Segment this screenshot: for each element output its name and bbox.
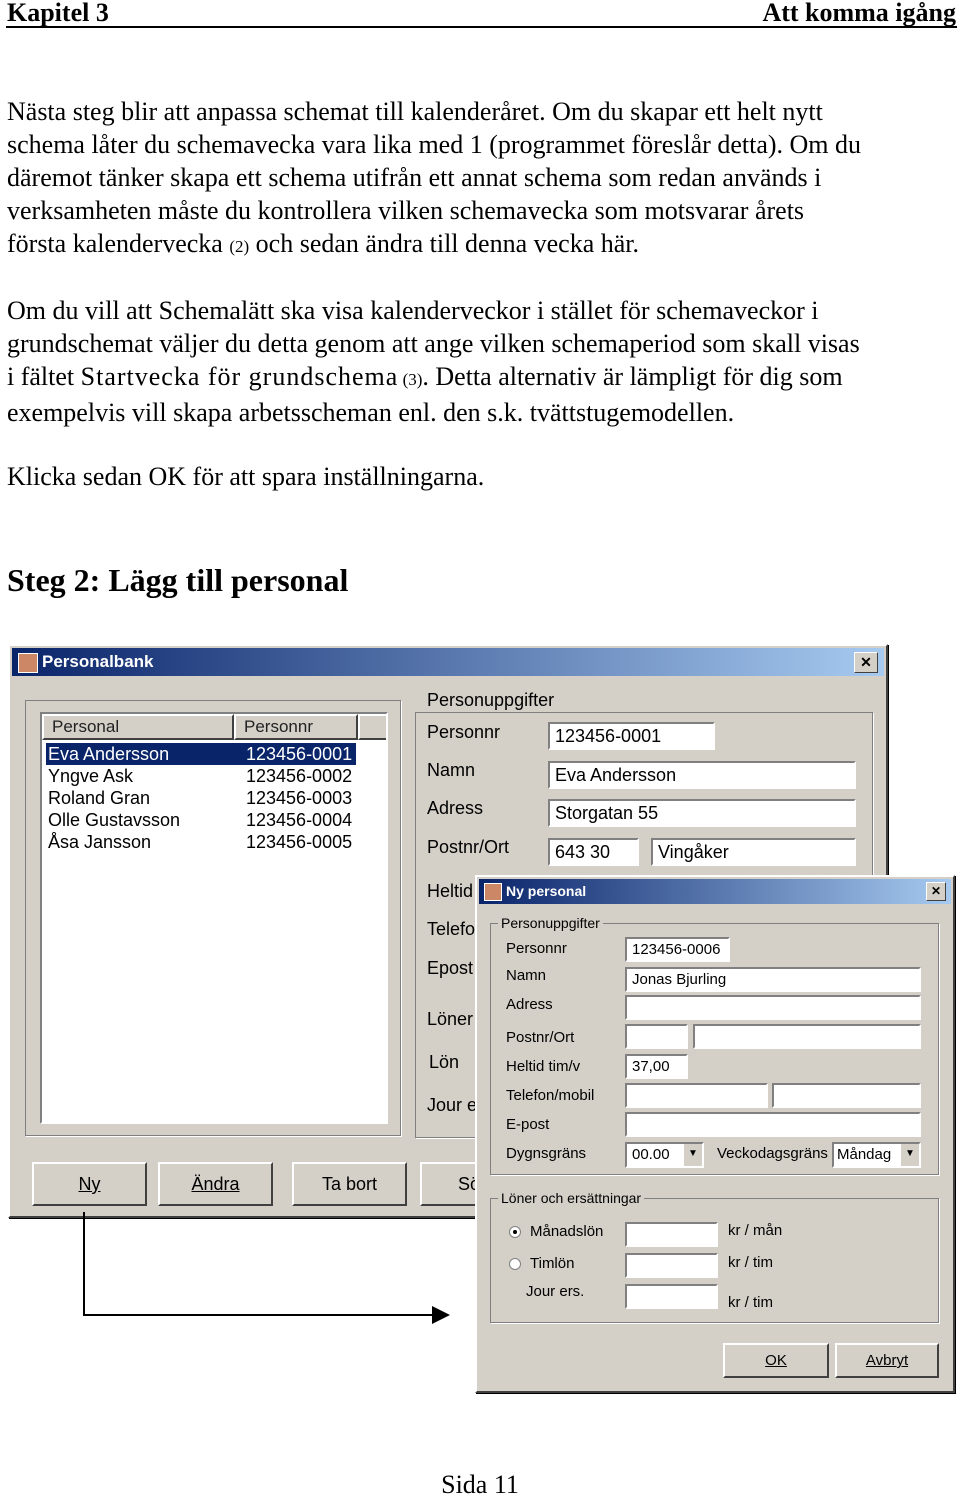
unit-label: kr / tim [728,1254,773,1271]
group-label: Löner och ersättningar [498,1190,645,1206]
button-label: OK [765,1352,787,1369]
close-button[interactable]: ✕ [926,882,946,901]
jour-field[interactable] [625,1284,718,1309]
adress-field[interactable] [625,995,921,1020]
ort-field[interactable] [693,1024,921,1049]
label-adress: Adress [506,996,553,1013]
label-epost: E-post [506,1116,550,1133]
label-telefon: Telefon/mobil [506,1087,595,1104]
label-postnr: Postnr/Ort [506,1029,575,1046]
radio-timlon[interactable] [509,1258,521,1270]
chevron-down-icon[interactable]: ▼ [682,1144,702,1166]
label-dygnsgrans: Dygnsgräns [506,1145,587,1162]
avbryt-button[interactable]: Avbryt [835,1343,939,1378]
chevron-down-icon[interactable]: ▼ [899,1144,919,1166]
personnr-field[interactable]: 123456-0006 [625,937,730,962]
page-number: Sida 11 [441,1470,519,1498]
heltid-field[interactable]: 37,00 [625,1054,688,1079]
unit-label: kr / mån [728,1222,783,1239]
manadslon-field[interactable] [625,1222,718,1247]
label-timlon: Timlön [530,1255,575,1272]
namn-field[interactable]: Jonas Bjurling [625,967,921,992]
group-label: Personuppgifter [498,915,603,931]
radio-manadslon[interactable] [509,1226,521,1238]
ny-personal-window: Ny personal ✕ Personuppgifter Personnr N… [475,875,955,1393]
mobil-field[interactable] [772,1083,921,1108]
select-value: 00.00 [632,1146,670,1163]
app-icon [484,883,502,901]
document-page: Kapitel 3 Att komma igång Nästa steg bli… [0,0,960,1498]
epost-field[interactable] [625,1112,921,1137]
arrow-line [83,1212,432,1316]
telefon-field[interactable] [625,1083,768,1108]
dygnsgrans-select[interactable]: 00.00 ▼ [625,1142,704,1168]
arrow-head-icon [432,1306,450,1324]
timlon-field[interactable] [625,1253,718,1278]
unit-label: kr / tim [728,1294,773,1311]
label-namn: Namn [506,967,547,984]
select-value: Måndag [837,1146,892,1163]
label-heltid: Heltid tim/v [506,1058,581,1075]
veckodagsgrans-select[interactable]: Måndag ▼ [832,1142,921,1168]
title-bar[interactable]: Ny personal ✕ [479,879,951,904]
ok-button[interactable]: OK [723,1343,829,1378]
window-title: Ny personal [506,883,587,899]
label-personnr: Personnr [506,940,567,957]
button-label: Avbryt [865,1352,909,1369]
label-veckodagsgrans: Veckodagsgräns [717,1145,828,1162]
label-jour: Jour ers. [526,1283,585,1300]
postnr-field[interactable] [625,1024,688,1049]
label-manadslon: Månadslön [530,1223,604,1240]
